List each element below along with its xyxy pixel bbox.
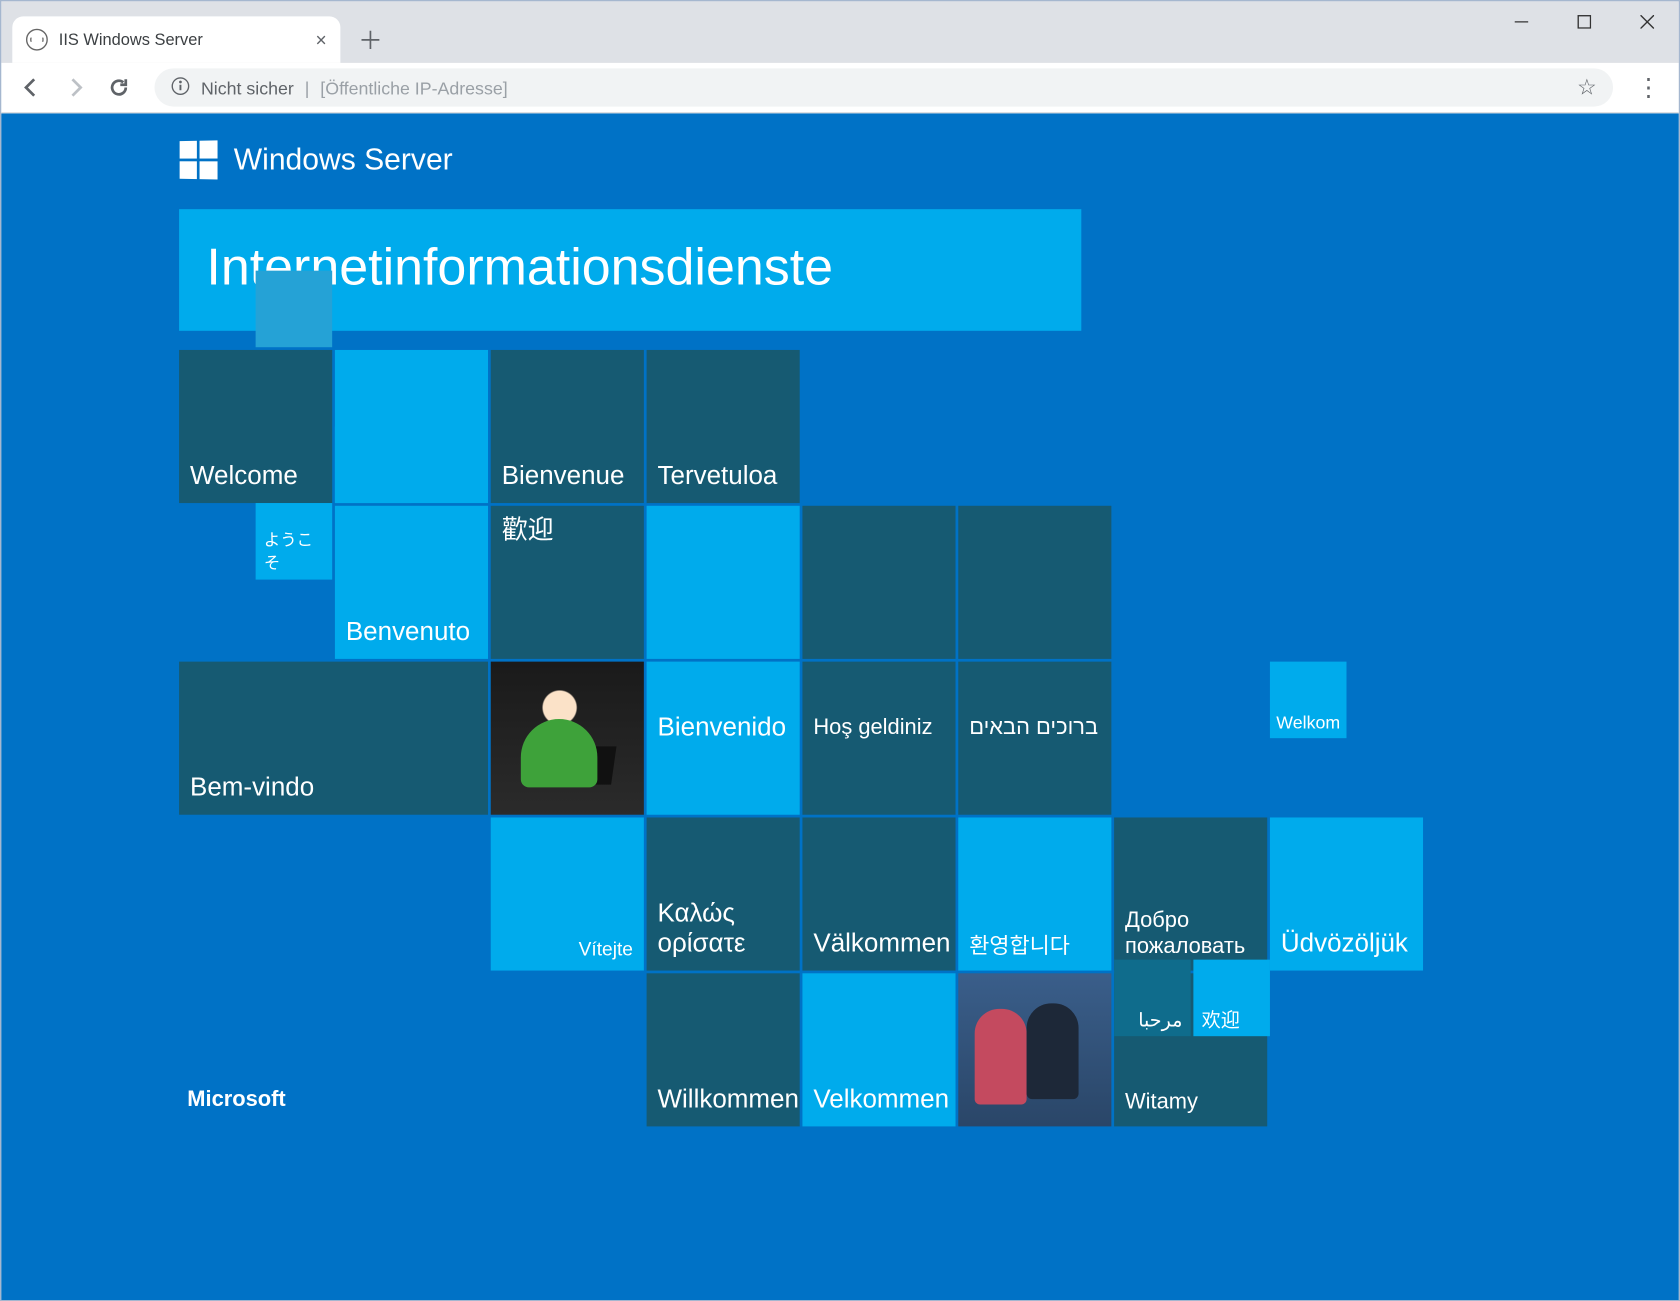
tile-hebrew[interactable]: ברוכים הבאים [958, 662, 1111, 815]
tile-hungarian[interactable]: Üdvözöljük [1270, 817, 1423, 970]
iis-page: Windows Server Internetinformationsdiens… [179, 141, 1491, 1113]
browser-window: IIS Windows Server × ＋ [0, 0, 1680, 1301]
minimize-icon[interactable] [1490, 1, 1553, 42]
tile-hosgeldiniz[interactable]: Hoş geldiniz [802, 662, 955, 815]
tile-photo-woman-laptop [491, 662, 644, 815]
header-brand: Windows Server [234, 142, 453, 178]
tile-arabic[interactable]: مرحبا [1114, 960, 1191, 1037]
tile-jp-container: ようこそ [179, 506, 332, 659]
tile-witamy[interactable]: مرحبا 欢迎 Witamy [1114, 973, 1267, 1126]
tile-tervetuloa[interactable]: Tervetuloa [647, 350, 800, 503]
back-icon[interactable] [12, 68, 50, 106]
tile-welcome-en[interactable]: Welcome [179, 350, 332, 503]
tile-bienvenido[interactable]: Bienvenido [647, 662, 800, 815]
toolbar: Nicht sicher | [Öffentliche IP-Adresse] … [1, 63, 1678, 114]
tile-russian[interactable]: Добро пожаловать [1114, 817, 1267, 970]
tabstrip: IIS Windows Server × ＋ [1, 1, 389, 63]
address-bar[interactable]: Nicht sicher | [Öffentliche IP-Adresse] … [154, 68, 1613, 106]
tile-benvenuto[interactable]: Benvenuto [335, 506, 488, 659]
separator: | [305, 77, 310, 98]
browser-tab[interactable]: IIS Windows Server × [12, 16, 340, 62]
maximize-icon[interactable] [1553, 1, 1616, 42]
close-icon[interactable] [1616, 1, 1679, 42]
globe-icon [26, 29, 48, 51]
tile-welkom[interactable]: Welkom [1270, 662, 1347, 739]
window-controls [1490, 1, 1679, 42]
forward-icon[interactable] [56, 68, 94, 106]
tile-huanying-tw[interactable]: 歡迎 [491, 506, 644, 659]
info-icon [171, 76, 190, 99]
tile-vitejte[interactable]: Vítejte [491, 817, 644, 970]
tile-kalos[interactable]: Καλώς ορίσατε [647, 817, 800, 970]
tab-title: IIS Windows Server [59, 30, 203, 49]
bookmark-star-icon[interactable]: ☆ [1577, 74, 1597, 101]
page-header: Windows Server [179, 141, 1491, 179]
tile-willkommen[interactable]: Willkommen [647, 973, 800, 1126]
tile-bemvindo[interactable]: Bem-vindo [179, 662, 488, 815]
tile-decor-dark-1 [802, 506, 955, 659]
menu-icon[interactable]: ⋮ [1629, 68, 1667, 106]
reload-icon[interactable] [100, 68, 138, 106]
tile-decor-cyan [335, 350, 488, 503]
tile-youkoso[interactable]: ようこそ [256, 503, 333, 580]
page-viewport: Windows Server Internetinformationsdiens… [1, 113, 1678, 1300]
security-label: Nicht sicher [201, 77, 294, 98]
footer-cell [179, 973, 488, 1126]
tile-korean[interactable]: 환영합니다 [958, 817, 1111, 970]
new-tab-button[interactable]: ＋ [351, 21, 389, 59]
tile-decor-cyan-2 [647, 506, 800, 659]
tile-welkom-container: Welkom [1270, 662, 1423, 815]
url-text: [Öffentliche IP-Adresse] [320, 77, 507, 98]
tile-decor-dark-2 [958, 506, 1111, 659]
tile-photo-two-people [958, 973, 1111, 1126]
tile-bienvenue[interactable]: Bienvenue [491, 350, 644, 503]
tile-valkommen[interactable]: Välkommen [802, 817, 955, 970]
tile-huanying-cn[interactable]: 欢迎 [1193, 960, 1270, 1037]
tile-velkommen[interactable]: Velkommen [802, 973, 955, 1126]
close-tab-icon[interactable]: × [316, 29, 327, 51]
tile-decor-small [256, 271, 333, 348]
windows-logo-icon [180, 140, 218, 179]
welcome-tile-grid: Welcome Bienvenue Tervetuloa ようこそ Benven… [179, 350, 1491, 1126]
titlebar: IIS Windows Server × ＋ [1, 1, 1678, 63]
